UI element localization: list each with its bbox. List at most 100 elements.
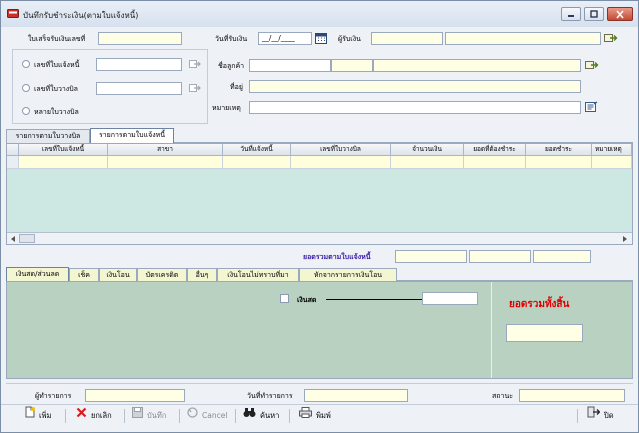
invoice-no-option-label: เลขที่ใบแจ้งหนี้ bbox=[34, 61, 80, 69]
maker-field bbox=[85, 389, 185, 402]
cash-checkbox[interactable] bbox=[280, 294, 289, 303]
close-button-label: ปิด bbox=[604, 411, 614, 420]
tab-transfer[interactable]: เงินโอน bbox=[99, 268, 137, 282]
print-button-label: พิมพ์ bbox=[316, 411, 331, 420]
toolbar-separator bbox=[179, 409, 180, 423]
tab-unknown-transfer[interactable]: เงินโอนไม่ทราบที่มา bbox=[217, 268, 299, 282]
receive-date-field[interactable]: __/__/____ bbox=[258, 32, 312, 45]
search-button[interactable]: ค้นหา bbox=[243, 406, 279, 426]
toolbar-separator bbox=[235, 409, 236, 423]
customer-label: ชื่อลูกค้า bbox=[218, 62, 245, 70]
scroll-thumb[interactable] bbox=[19, 234, 35, 243]
col-remark[interactable]: หมายเหตุ bbox=[592, 144, 632, 156]
tab-cheque[interactable]: เช็ค bbox=[69, 268, 99, 282]
toolbar-divider bbox=[1, 404, 638, 405]
cell-remark[interactable] bbox=[592, 156, 632, 169]
scroll-left-icon[interactable] bbox=[9, 235, 17, 243]
app-icon bbox=[7, 9, 19, 18]
maximize-icon bbox=[590, 10, 598, 18]
tab-deduct-transfer[interactable]: หักจากรายการเงินโอน bbox=[299, 268, 397, 282]
maximize-button[interactable] bbox=[584, 7, 604, 21]
toolbar-separator bbox=[577, 409, 578, 423]
save-button[interactable]: บันทึก bbox=[132, 406, 166, 426]
status-label: สถานะ bbox=[492, 392, 513, 400]
made-date-label: วันที่ทำรายการ bbox=[247, 392, 293, 400]
note-field[interactable] bbox=[249, 101, 581, 114]
cell-amount[interactable] bbox=[391, 156, 464, 169]
status-field bbox=[519, 389, 625, 402]
add-button-label: เพิ่ม bbox=[39, 411, 52, 420]
red-x-icon bbox=[76, 407, 87, 418]
minimize-button[interactable] bbox=[561, 7, 581, 21]
col-bill-no[interactable]: เลขที่ใบวางบิล bbox=[291, 144, 391, 156]
cell-amount-due[interactable] bbox=[464, 156, 526, 169]
col-amount-paid[interactable]: ยอดชำระ bbox=[526, 144, 592, 156]
close-icon bbox=[616, 10, 624, 19]
customer-branch-field[interactable] bbox=[331, 59, 373, 72]
print-button[interactable]: พิมพ์ bbox=[299, 406, 331, 426]
save-disk-icon bbox=[132, 407, 143, 418]
toolbar-separator bbox=[124, 409, 125, 423]
payment-divider bbox=[491, 282, 492, 378]
bill-no-field[interactable] bbox=[96, 82, 182, 95]
lookup-arrow-icon[interactable] bbox=[604, 32, 618, 44]
grid-horizontal-scrollbar[interactable] bbox=[7, 232, 632, 244]
col-branch[interactable]: สาขา bbox=[108, 144, 223, 156]
grid-row-marker bbox=[7, 156, 19, 169]
note-label: หมายเหตุ bbox=[212, 104, 241, 112]
receiver-code-field[interactable] bbox=[371, 32, 443, 45]
payment-receipt-window: บันทึกรับชำระเงิน(ตามใบแจ้งหนี้) ใบเสร็จ… bbox=[0, 0, 639, 433]
address-field[interactable] bbox=[249, 80, 581, 93]
close-button[interactable]: ปิด bbox=[587, 406, 614, 426]
receiver-name-field[interactable] bbox=[445, 32, 601, 45]
toolbar-separator bbox=[289, 409, 290, 423]
printer-icon bbox=[299, 407, 312, 418]
col-invoice-no[interactable]: เลขที่ใบแจ้งหนี้ bbox=[19, 144, 108, 156]
multi-bill-radio[interactable] bbox=[22, 107, 30, 115]
add-button[interactable]: เพิ่ม bbox=[25, 406, 51, 426]
col-invoice-date[interactable]: วันที่แจ้งหนี้ bbox=[223, 144, 291, 156]
cell-branch[interactable] bbox=[108, 156, 223, 169]
cell-invoice-date[interactable] bbox=[223, 156, 291, 169]
grand-total-field bbox=[506, 324, 583, 342]
customer-lookup-icon[interactable] bbox=[585, 59, 599, 71]
note-edit-icon[interactable] bbox=[585, 101, 599, 113]
col-amount[interactable]: จำนวนเงิน bbox=[391, 144, 464, 156]
grid-row-header bbox=[7, 144, 19, 156]
customer-name-field[interactable] bbox=[373, 59, 581, 72]
cash-amount-field[interactable] bbox=[422, 292, 478, 305]
receive-date-label: วันที่รับเงิน bbox=[215, 35, 248, 43]
binoculars-icon bbox=[243, 408, 256, 417]
bill-no-radio[interactable] bbox=[22, 84, 30, 92]
tab-bill-items[interactable]: รายการตามใบวางบิล bbox=[6, 129, 90, 143]
col-amount-due[interactable]: ยอดที่ต้องชำระ bbox=[464, 144, 526, 156]
invoice-no-field[interactable] bbox=[96, 58, 182, 71]
cancel-document-label: ยกเลิก bbox=[91, 411, 112, 420]
cancel-document-button[interactable]: ยกเลิก bbox=[76, 406, 112, 426]
customer-code-field[interactable] bbox=[249, 59, 331, 72]
exit-door-icon bbox=[587, 406, 601, 418]
cell-invoice-no[interactable] bbox=[19, 156, 108, 169]
cash-label: เงินสด bbox=[297, 296, 317, 304]
cancel-button[interactable]: Cancel bbox=[187, 406, 227, 426]
cell-amount-paid[interactable] bbox=[526, 156, 592, 169]
receipt-no-field[interactable] bbox=[98, 32, 182, 45]
made-date-field bbox=[304, 389, 408, 402]
calendar-icon[interactable] bbox=[315, 32, 327, 44]
tab-credit-card[interactable]: บัตรเครดิต bbox=[137, 268, 187, 282]
cell-bill-no[interactable] bbox=[291, 156, 391, 169]
total-paid-field bbox=[533, 250, 591, 263]
bill-lookup-icon[interactable] bbox=[189, 83, 202, 94]
tab-cash-discount[interactable]: เงินสด/ส่วนลด bbox=[6, 267, 69, 281]
undo-icon bbox=[187, 407, 198, 418]
new-document-icon bbox=[25, 406, 35, 418]
toolbar-separator bbox=[65, 409, 66, 423]
invoice-lookup-icon[interactable] bbox=[189, 59, 202, 70]
tab-invoice-items[interactable]: รายการตามใบแจ้งหนี้ bbox=[90, 128, 174, 143]
tab-other[interactable]: อื่นๆ bbox=[187, 268, 217, 282]
window-title: บันทึกรับชำระเงิน(ตามใบแจ้งหนี้) bbox=[23, 11, 139, 20]
scroll-right-icon[interactable] bbox=[621, 235, 629, 243]
title-bar[interactable]: บันทึกรับชำระเงิน(ตามใบแจ้งหนี้) bbox=[1, 1, 638, 27]
close-window-button[interactable] bbox=[607, 7, 633, 21]
invoice-no-radio[interactable] bbox=[22, 60, 30, 68]
